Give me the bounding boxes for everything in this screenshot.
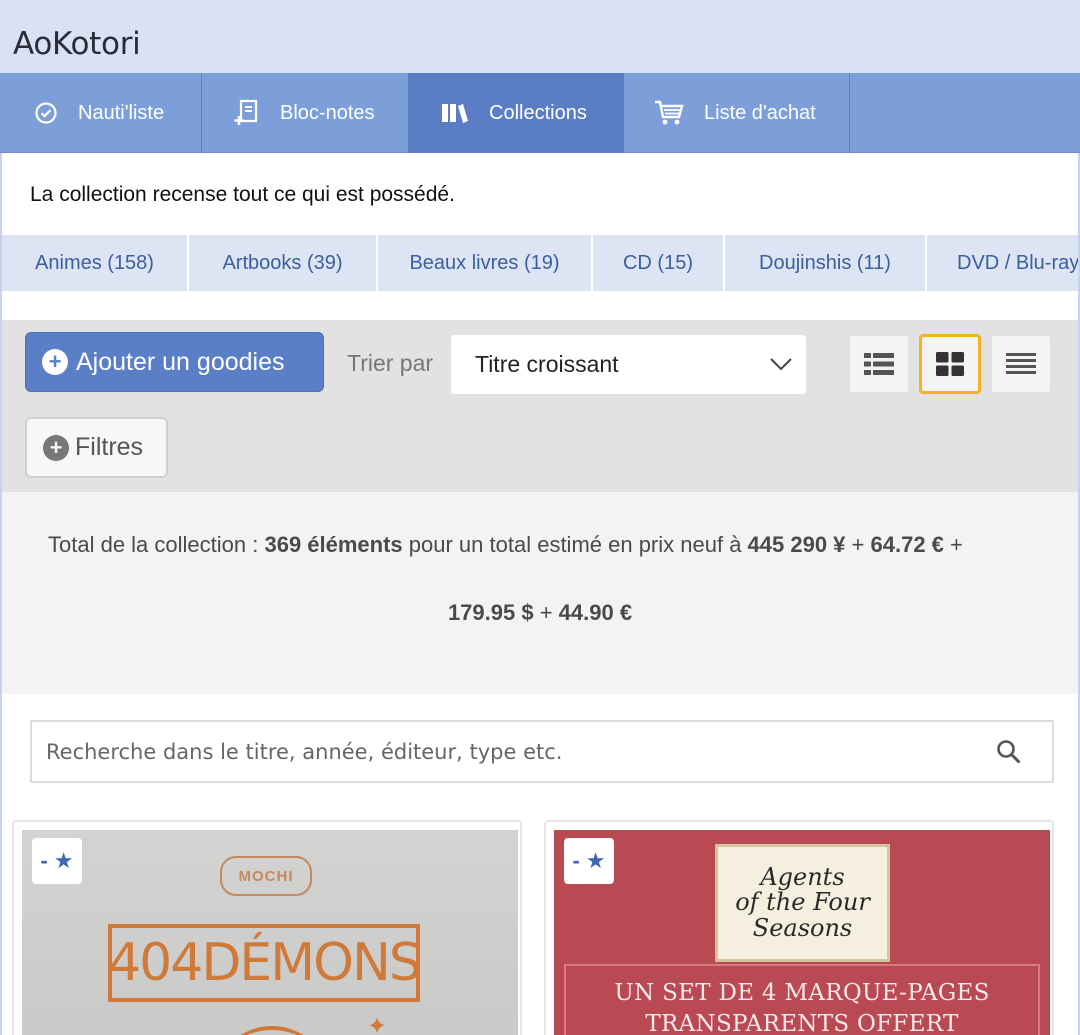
grid-view-icon: [936, 352, 964, 376]
star-icon: ★: [585, 848, 606, 873]
main-nav: Nauti'liste Bloc-notes Collections Liste…: [0, 73, 1080, 153]
summary-prefix: Total de la collection :: [48, 532, 265, 557]
books-icon: [442, 104, 468, 123]
category-tabs: Animes (158) Artbooks (39) Beaux livres …: [2, 235, 1078, 291]
notepad-add-icon: [234, 99, 258, 125]
app-header: AoKotori: [0, 0, 1080, 73]
summary-total-eur: 64.72 €: [870, 532, 944, 557]
goodies-image: Agents of the Four Seasons UN SET DE 4 M…: [554, 830, 1050, 1035]
chevron-down-icon: [770, 358, 792, 371]
compact-list-button[interactable]: [990, 334, 1052, 394]
category-tab[interactable]: Artbooks (39): [189, 235, 378, 291]
summary-line: Total de la collection : 369 éléments po…: [48, 532, 963, 558]
category-tab[interactable]: DVD / Blu-ray: [927, 235, 1078, 291]
goodies-card[interactable]: - ★ Agents of the Four Seasons UN SET DE …: [544, 820, 1054, 1035]
promo-line: TRANSPARENTS OFFERT: [645, 1011, 959, 1035]
category-tab[interactable]: CD (15): [593, 235, 725, 291]
sort-value: Titre croissant: [475, 351, 619, 377]
goodies-image: MOCHI 404DÉMONS ✦: [22, 830, 518, 1035]
search-input[interactable]: [46, 722, 966, 781]
summary-total-yen: 445 290 ¥: [747, 532, 846, 557]
favorite-toggle[interactable]: - ★: [564, 838, 614, 884]
search-box: [30, 720, 1054, 783]
summary-plus: +: [943, 532, 963, 557]
collection-toolbar: + Ajouter un goodies Trier par Titre cro…: [2, 320, 1078, 492]
check-circle-icon: [35, 102, 57, 124]
publisher-badge: MOCHI: [220, 856, 312, 896]
add-goodies-label: Ajouter un goodies: [76, 347, 285, 376]
cover-title-frame: 404DÉMONS: [108, 924, 422, 1002]
favorite-dash: -: [40, 848, 48, 873]
nav-label: Nauti'liste: [78, 101, 165, 124]
app-title: AoKotori: [13, 26, 141, 62]
cover-title-line: Seasons: [752, 913, 853, 942]
summary-plus: +: [845, 532, 871, 557]
nav-label: Collections: [489, 101, 587, 124]
list-view-icon: [864, 353, 894, 375]
category-tab[interactable]: Beaux livres (19): [378, 235, 593, 291]
plus-circle-icon: +: [42, 349, 68, 375]
promo-line: UN SET DE 4 MARQUE-PAGES: [614, 980, 990, 1006]
nav-label: Liste d'achat: [704, 101, 816, 124]
star-icon: ★: [53, 848, 74, 873]
category-tab[interactable]: Doujinshis (11): [725, 235, 927, 291]
list-view-button[interactable]: [848, 334, 910, 394]
collection-intro: La collection recense tout ce qui est po…: [30, 183, 455, 206]
cover-title-label: Agents of the Four Seasons: [715, 844, 890, 962]
search-icon[interactable]: [996, 739, 1022, 765]
favorite-dash: -: [572, 848, 580, 873]
grid-view-button[interactable]: [919, 334, 981, 394]
nav-label: Bloc-notes: [280, 101, 375, 124]
filters-label: Filtres: [75, 433, 144, 461]
sparkle-icon: ✦: [367, 1013, 388, 1035]
promo-text: UN SET DE 4 MARQUE-PAGES TRANSPARENTS OF…: [554, 978, 1050, 1035]
cover-decoration: [212, 1026, 332, 1035]
favorite-toggle[interactable]: - ★: [32, 838, 82, 884]
summary-plus: +: [533, 600, 559, 625]
nav-nautiliste[interactable]: Nauti'liste: [0, 73, 202, 153]
sort-select[interactable]: Titre croissant: [451, 335, 806, 394]
summary-total-usd: 179.95 $: [447, 600, 534, 625]
collection-panel: La collection recense tout ce qui est po…: [0, 153, 1080, 1035]
filters-button[interactable]: + Filtres: [25, 417, 168, 478]
compact-list-icon: [1006, 353, 1036, 374]
plus-circle-icon: +: [43, 434, 69, 461]
cover-title-line: Agents: [760, 863, 845, 892]
sort-label: Trier par: [347, 350, 434, 376]
cover-title-line: of the Four: [735, 888, 870, 917]
cart-icon: [655, 100, 684, 125]
nav-liste-achat[interactable]: Liste d'achat: [624, 73, 850, 153]
summary-middle: pour un total estimé en prix neuf à: [402, 532, 748, 557]
goodies-card[interactable]: - ★ MOCHI 404DÉMONS ✦: [12, 820, 522, 1035]
summary-count: 369 éléments: [264, 532, 403, 557]
cover-title: 404DÉMONS: [108, 933, 422, 993]
nav-collections[interactable]: Collections: [409, 73, 624, 153]
summary-line: 179.95 $ + 44.90 €: [2, 600, 1078, 626]
summary-total-eur: 44.90 €: [558, 600, 633, 625]
collection-summary: Total de la collection : 369 éléments po…: [2, 492, 1078, 694]
category-tab[interactable]: Animes (158): [2, 235, 189, 291]
nav-bloc-notes[interactable]: Bloc-notes: [202, 73, 409, 153]
add-goodies-button[interactable]: + Ajouter un goodies: [25, 332, 324, 392]
